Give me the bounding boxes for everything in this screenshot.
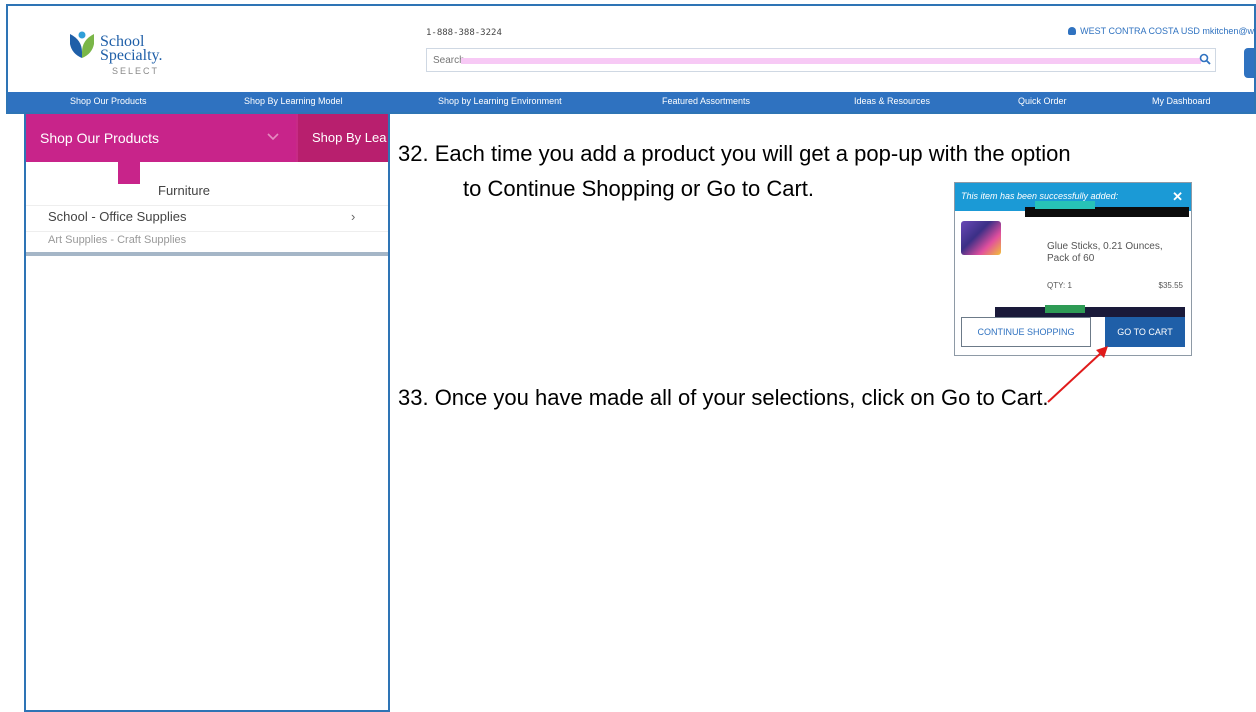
search-button[interactable] [1244, 48, 1254, 78]
menu-item-label: School - Office Supplies [48, 209, 187, 224]
menu-item-label: Art Supplies - Craft Supplies [48, 234, 187, 246]
tab-shop-by-learning-model-label: Shop By Lea [312, 130, 387, 145]
phone-number: 1-888-388-3224 [426, 28, 502, 38]
main-nav: Shop Our Products Shop By Learning Model… [8, 92, 1254, 112]
nav-shop-by-learning-environment[interactable]: Shop by Learning Environment [438, 96, 562, 106]
annotation-arrow-icon [1047, 346, 1108, 403]
logo-text-select: SELECT [112, 66, 160, 76]
tab-shop-our-products-label: Shop Our Products [40, 130, 160, 146]
search-icon[interactable] [1199, 53, 1211, 65]
user-icon [1068, 27, 1077, 35]
product-price: $35.55 [1158, 281, 1183, 290]
nav-featured-assortments[interactable]: Featured Assortments [662, 96, 750, 106]
product-name: Glue Sticks, 0.21 Ounces, Pack of 60 [1047, 241, 1163, 264]
nav-quick-order[interactable]: Quick Order [1018, 96, 1067, 106]
instruction-step-32: 32. Each time you add a product you will… [398, 141, 1071, 166]
render-glitch [26, 252, 388, 256]
nav-shop-our-products[interactable]: Shop Our Products [70, 96, 147, 106]
close-icon[interactable]: ✕ [1172, 189, 1183, 205]
product-thumbnail [961, 221, 1001, 255]
render-glitch [118, 158, 140, 184]
account-link[interactable]: WEST CONTRA COSTA USD mkitchen@w [1068, 26, 1254, 36]
menu-item-school-office-supplies[interactable]: School - Office Supplies › [26, 202, 388, 232]
product-qty: QTY: 1 [1047, 281, 1072, 290]
school-specialty-logo[interactable]: School Specialty. SELECT [68, 26, 228, 82]
chevron-right-icon: › [351, 209, 356, 224]
render-glitch [461, 58, 1201, 64]
nav-ideas-resources[interactable]: Ideas & Resources [854, 96, 930, 106]
tab-shop-by-learning-model[interactable]: Shop By Lea [298, 114, 388, 162]
menu-dropdown-panel: Furniture School - Office Supplies › Art… [26, 162, 388, 256]
logo-mark-icon [70, 31, 94, 58]
instruction-step-32-cont: to Continue Shopping or Go to Cart. [463, 176, 814, 201]
popup-header-text: This item has been successfully added: [961, 191, 1119, 201]
render-glitch [1035, 201, 1095, 209]
menu-item-label: Furniture [158, 183, 211, 198]
search-box[interactable] [426, 48, 1216, 72]
menu-screenshot: Shop Our Products Shop By Lea Furniture … [24, 112, 390, 712]
instruction-step-33: 33. Once you have made all of your selec… [398, 385, 1049, 410]
site-header-screenshot: School Specialty. SELECT 1-888-388-3224 … [6, 4, 1256, 114]
render-glitch [1045, 305, 1085, 313]
logo-text-specialty: Specialty. [100, 47, 163, 64]
menu-item-art-supplies[interactable]: Art Supplies - Craft Supplies [26, 232, 388, 254]
added-to-cart-popup: This item has been successfully added: ✕… [954, 182, 1192, 356]
nav-shop-by-learning-model[interactable]: Shop By Learning Model [244, 96, 343, 106]
render-glitch [995, 307, 1185, 317]
nav-my-dashboard[interactable]: My Dashboard [1152, 96, 1211, 106]
tab-shop-our-products[interactable]: Shop Our Products [26, 114, 296, 162]
account-label: WEST CONTRA COSTA USD mkitchen@w [1080, 26, 1254, 36]
chevron-down-icon [267, 133, 279, 141]
